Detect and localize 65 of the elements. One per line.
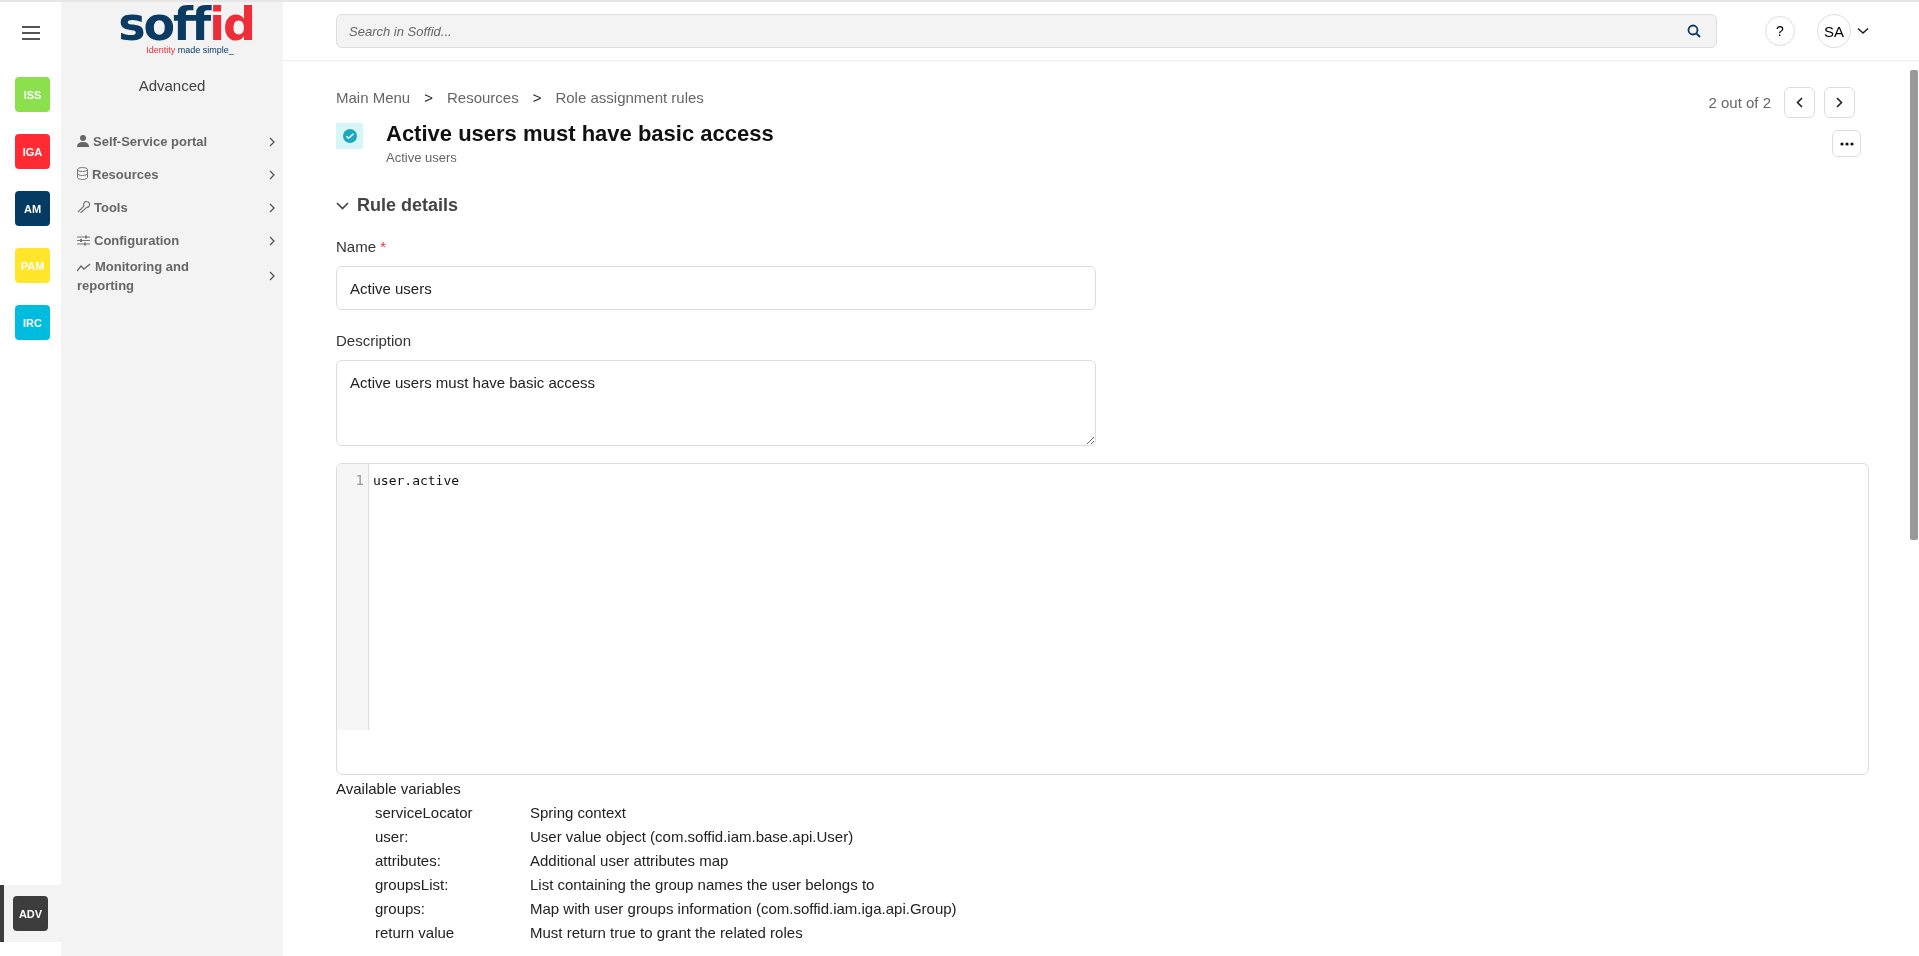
breadcrumb-separator: > — [532, 89, 542, 106]
breadcrumb-separator: > — [424, 89, 433, 106]
variable-description: Must return true to grant the related roles — [530, 924, 804, 942]
required-mark: * — [380, 238, 387, 255]
sidebar-title: Advanced — [137, 77, 207, 94]
sidebar-item[interactable]: Tools — [77, 191, 275, 224]
description-field[interactable]: Active users must have basic access — [336, 360, 1096, 446]
line-number: 1 — [354, 472, 365, 488]
breadcrumb-link[interactable]: Resources — [446, 89, 519, 106]
menu-icon[interactable] — [21, 26, 40, 40]
code-line: user.active — [373, 472, 460, 490]
code-editor[interactable]: 1 user.active — [336, 463, 1869, 775]
breadcrumb-link[interactable]: Main Menu — [336, 89, 411, 106]
next-button[interactable] — [1824, 87, 1855, 118]
chevron-right-icon[interactable] — [1836, 97, 1843, 108]
variable-description: User value object (com.soffid.iam.base.api.User) — [530, 828, 855, 846]
chevron-right-icon — [269, 169, 275, 180]
chevron-right-icon — [269, 202, 275, 213]
help-button[interactable]: ? — [1765, 16, 1795, 46]
variable-description: Additional user attributes map — [530, 852, 730, 870]
variable-description: Map with user groups information (com.soffid.iam.iga.api.Group) — [530, 900, 957, 918]
variable-name: groupsList: — [375, 876, 450, 894]
variable-name: return value — [375, 924, 456, 942]
module-button[interactable]: IGA — [15, 134, 50, 169]
page-title: Active users must have basic access — [386, 121, 775, 147]
sidebar-item[interactable]: Configuration — [77, 224, 275, 257]
chevron-right-icon — [269, 271, 275, 281]
person-icon — [77, 135, 89, 147]
scrollbar[interactable] — [1908, 70, 1919, 540]
database-icon — [77, 167, 88, 180]
sliders-icon — [77, 235, 90, 246]
chevron-down-icon[interactable] — [1857, 27, 1869, 35]
sidebar-item[interactable]: Monitoring and reporting — [77, 257, 275, 295]
breadcrumb-link[interactable]: Role assignment rules — [555, 89, 704, 106]
previous-button[interactable] — [1784, 87, 1815, 118]
trend-line-icon — [77, 263, 91, 272]
variable-description: Spring context — [530, 804, 627, 822]
variable-name: serviceLocator — [375, 804, 474, 822]
check-badge-icon — [336, 123, 363, 149]
field-label: Description — [336, 332, 412, 349]
section-toggle[interactable]: Rule details — [336, 195, 459, 216]
chevron-left-icon[interactable] — [1796, 97, 1803, 108]
selected-module-tab[interactable]: ADV — [0, 885, 61, 942]
sidebar-item[interactable]: Self-Service portal — [77, 125, 275, 158]
pager-count: 2 out of 2 — [1708, 94, 1771, 111]
variable-name: user: — [375, 828, 410, 846]
variable-name: groups: — [375, 900, 427, 918]
chevron-right-icon — [269, 136, 275, 147]
variables-heading: Available variables — [336, 780, 461, 797]
search-icon[interactable] — [1687, 24, 1701, 38]
logo-tagline: Identity made simple_ — [145, 45, 234, 55]
module-button[interactable]: AM — [15, 191, 50, 226]
chevron-right-icon — [269, 235, 275, 246]
variable-description: List containing the group names the user belongs to — [530, 876, 876, 894]
module-button[interactable]: ADV — [13, 896, 48, 931]
variable-name: attributes: — [375, 852, 442, 870]
search-field[interactable]: Search in Soffid... — [336, 14, 1717, 48]
logo-wordmark: soffid — [117, 4, 254, 44]
field-label: Name — [336, 238, 376, 255]
name-field[interactable]: Active users — [336, 266, 1096, 310]
page-subtitle: Active users — [386, 150, 458, 165]
chevron-down-icon[interactable] — [336, 201, 349, 210]
sidebar-item[interactable]: Resources — [77, 158, 275, 191]
wrench-icon — [77, 200, 90, 213]
ellipsis-icon[interactable] — [1839, 141, 1854, 146]
